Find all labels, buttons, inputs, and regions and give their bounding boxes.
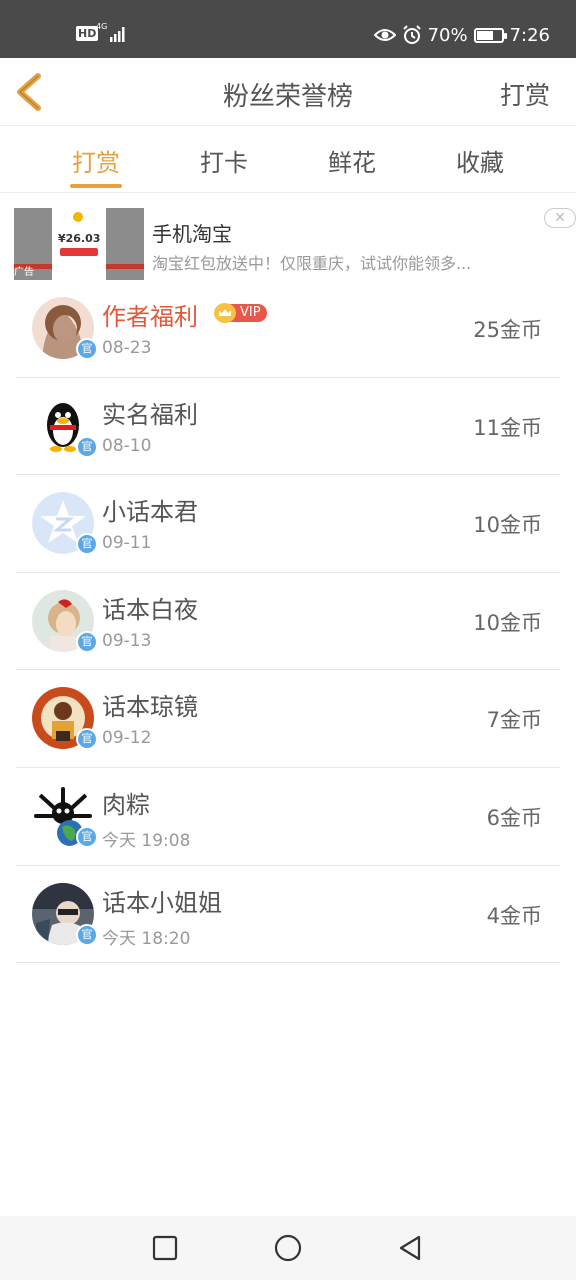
ad-description: 淘宝红包放送中！仅限重庆，试试你能领多... <box>152 254 472 273</box>
battery-icon <box>473 27 507 43</box>
square-icon <box>152 1235 178 1261</box>
ad-image-amount: ¥26.03 <box>58 232 101 245</box>
screen: HD 4G 70% 7:26 粉丝荣誉榜 打赏 打赏 打卡 鲜花 收藏 ¥26.… <box>0 0 576 1280</box>
triangle-left-icon <box>399 1235 421 1261</box>
clock: 7:26 <box>509 24 550 46</box>
ad-image: ¥26.03 广告 <box>14 208 144 280</box>
tab-reward[interactable]: 打赏 <box>56 143 136 178</box>
fan-name: 肉粽 <box>102 790 150 819</box>
tab-bar: 打赏 打卡 鲜花 收藏 <box>0 127 576 193</box>
official-badge: 官 <box>76 923 98 946</box>
status-bar: HD 4G 70% 7:26 <box>0 0 576 58</box>
fan-date: 09-13 <box>102 630 152 651</box>
ad-close-button[interactable]: ✕ <box>544 208 576 228</box>
fan-amount: 10金币 <box>473 513 542 538</box>
list-item[interactable]: 官 实名福利 08-10 11金币 <box>16 378 560 476</box>
battery-percent: 70% <box>427 24 468 46</box>
back-nav-button[interactable] <box>390 1232 430 1264</box>
crown-icon <box>214 303 236 323</box>
fan-amount: 25金币 <box>473 318 542 342</box>
fan-name: 话本小姐姐 <box>102 888 222 917</box>
official-badge: 官 <box>76 435 98 458</box>
tab-checkin[interactable]: 打卡 <box>184 143 264 178</box>
circle-icon <box>274 1234 302 1262</box>
fan-date: 08-23 <box>102 338 152 358</box>
eye-icon <box>373 29 396 41</box>
tab-favorites[interactable]: 收藏 <box>440 143 520 178</box>
page-title: 粉丝荣誉榜 <box>222 82 353 112</box>
tab-flowers[interactable]: 鲜花 <box>312 143 392 178</box>
vip-badge: VIP <box>214 303 267 323</box>
active-tab-indicator <box>70 184 122 188</box>
title-bar: 粉丝荣誉榜 打赏 <box>0 58 576 126</box>
fan-amount: 4金币 <box>486 903 542 928</box>
list-item[interactable]: 官 话本小姐姐 今天 18:20 4金币 <box>16 866 560 964</box>
signal-icon <box>110 27 125 42</box>
status-right: 70% 7:26 <box>373 22 550 48</box>
fan-date: 08-10 <box>102 435 152 456</box>
fan-date: 今天 18:20 <box>102 928 191 949</box>
list-item[interactable]: 官 话本琼镜 09-12 7金币 <box>16 670 560 768</box>
list-item[interactable]: 官 话本白夜 09-13 10金币 <box>16 573 560 671</box>
hd-indicator: HD <box>76 26 99 41</box>
recent-apps-button[interactable] <box>145 1232 185 1264</box>
alarm-icon <box>402 25 421 44</box>
home-button[interactable] <box>268 1232 308 1264</box>
official-badge: 官 <box>76 533 98 556</box>
fan-amount: 10金币 <box>473 610 542 635</box>
system-nav-bar <box>0 1216 576 1280</box>
official-badge: 官 <box>76 338 98 360</box>
fan-date: 09-12 <box>102 728 152 749</box>
official-badge: 官 <box>76 728 98 751</box>
official-badge: 官 <box>76 825 98 848</box>
fan-amount: 7金币 <box>486 708 542 733</box>
fan-amount: 11金币 <box>473 415 542 440</box>
battery-fill <box>476 30 494 40</box>
network-type: 4G <box>96 22 108 31</box>
ad-title: 手机淘宝 <box>152 222 232 246</box>
ad-banner[interactable]: ¥26.03 广告 手机淘宝 淘宝红包放送中！仅限重庆，试试你能领多... <box>0 194 576 286</box>
official-badge: 官 <box>76 630 98 653</box>
fan-name: 作者福利 <box>102 303 198 331</box>
list-item[interactable]: 官 作者福利 VIP 08-23 25金币 <box>16 280 560 378</box>
fan-amount: 6金币 <box>486 805 542 830</box>
ad-image-button <box>60 248 98 256</box>
fan-name: 实名福利 <box>102 400 198 429</box>
list-item[interactable]: 官 小话本君 09-11 10金币 <box>16 475 560 573</box>
fan-date: 今天 19:08 <box>102 830 191 851</box>
fan-name: 话本白夜 <box>102 595 198 624</box>
fan-name: 小话本君 <box>102 498 198 527</box>
ad-tag: 广告 <box>14 267 34 278</box>
fan-name: 话本琼镜 <box>102 693 198 722</box>
coin-icon <box>73 212 83 222</box>
fan-date: 09-11 <box>102 533 152 554</box>
fan-list: 官 作者福利 VIP 08-23 25金币 官 实名福利 08-10 11金币 … <box>16 280 560 964</box>
list-item[interactable]: 官 肉粽 今天 19:08 6金币 <box>16 768 560 866</box>
reward-button[interactable]: 打赏 <box>500 76 550 112</box>
